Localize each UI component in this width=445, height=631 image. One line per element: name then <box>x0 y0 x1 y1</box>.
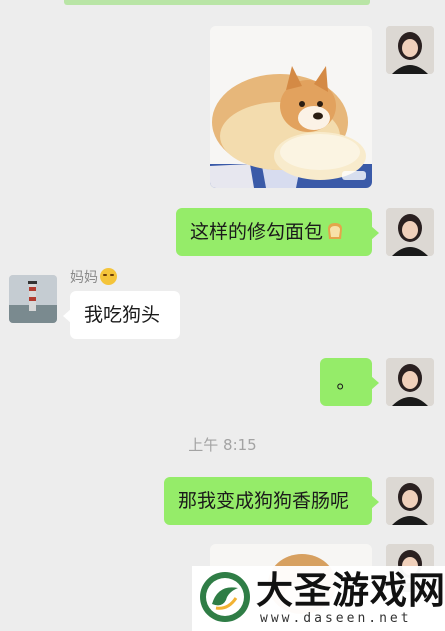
timestamp: 上午 8:15 <box>188 436 257 454</box>
bread-emoji-icon <box>325 211 345 239</box>
message-bubble-sent[interactable]: 那我变成狗狗香肠呢 <box>164 477 379 525</box>
site-logo-icon <box>200 572 250 622</box>
message-bubble-received[interactable]: 我吃狗头 <box>63 291 180 339</box>
my-avatar[interactable] <box>386 477 434 525</box>
sender-name: 妈妈 <box>70 268 117 288</box>
message-bubble-sent[interactable]: 。 <box>320 358 379 406</box>
my-avatar[interactable] <box>386 26 434 74</box>
site-watermark: 大圣游戏网 www.daseen.net <box>192 566 445 631</box>
message-text: 那我变成狗狗香肠呢 <box>178 490 350 512</box>
message-text: 。 <box>336 371 356 393</box>
message-bubble-sent[interactable]: 这样的修勾面包 <box>176 208 379 256</box>
my-avatar[interactable] <box>386 358 434 406</box>
contact-avatar[interactable] <box>9 275 57 323</box>
shiba-bread-illustration <box>210 26 372 188</box>
shiba-bread-image[interactable] <box>210 26 372 188</box>
watermark-url: www.daseen.net <box>260 611 412 626</box>
my-avatar[interactable] <box>386 208 434 256</box>
smiling-face-icon <box>100 268 117 285</box>
message-text: 这样的修勾面包 <box>190 221 324 243</box>
previous-message-edge <box>64 0 370 5</box>
watermark-title: 大圣游戏网 <box>256 568 445 612</box>
message-text: 我吃狗头 <box>84 304 161 326</box>
